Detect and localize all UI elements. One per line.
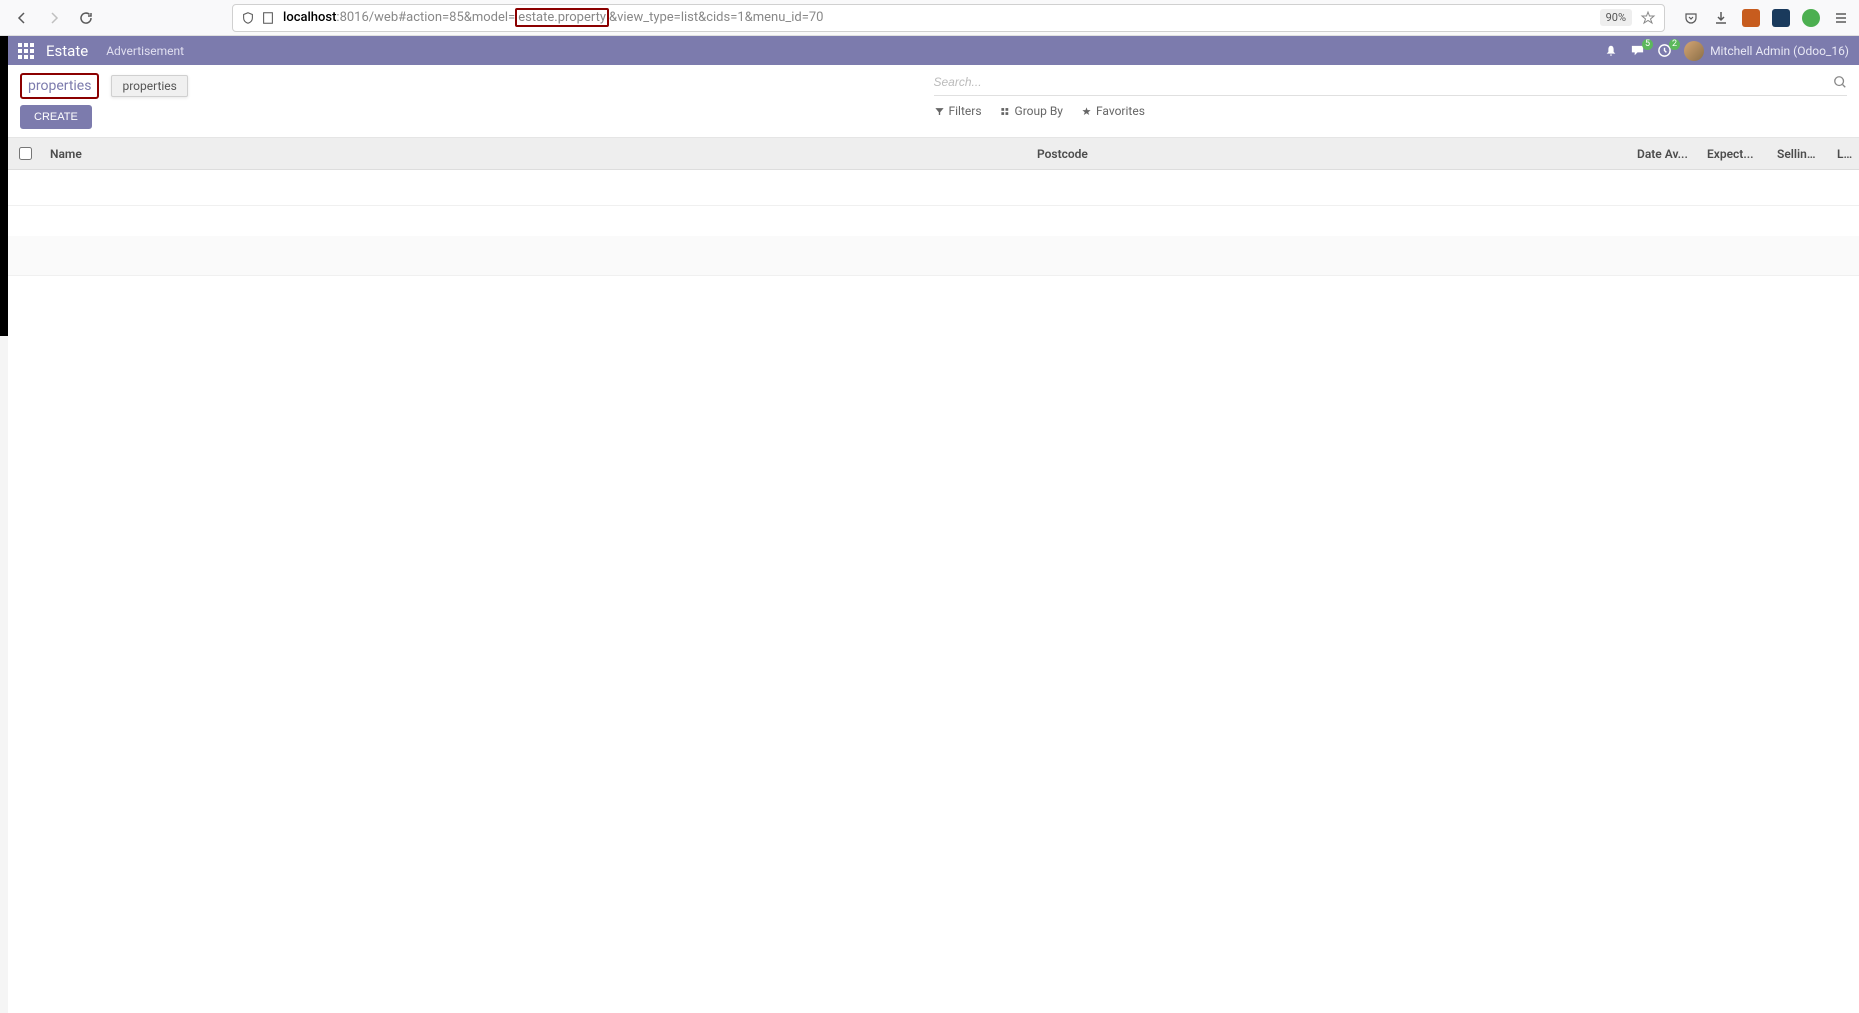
user-menu[interactable]: Mitchell Admin (Odoo_16) xyxy=(1684,41,1849,61)
toolbar-icons xyxy=(1681,8,1851,28)
search-input[interactable] xyxy=(934,73,1834,91)
extension-1-icon[interactable] xyxy=(1741,8,1761,28)
user-name: Mitchell Admin (Odoo_16) xyxy=(1710,44,1849,58)
app-name[interactable]: Estate xyxy=(46,42,88,60)
page-icon xyxy=(261,11,275,25)
filters-button[interactable]: Filters xyxy=(934,104,982,118)
favorites-button[interactable]: Favorites xyxy=(1081,104,1145,118)
select-all-checkbox[interactable] xyxy=(8,147,42,160)
column-selling[interactable]: Selling ... xyxy=(1769,147,1829,161)
nav-menu-advertisement[interactable]: Advertisement xyxy=(106,44,184,58)
breadcrumb: properties xyxy=(20,73,99,99)
column-expected[interactable]: Expect... xyxy=(1699,147,1769,161)
url-highlight: estate.property xyxy=(515,8,609,27)
column-name[interactable]: Name xyxy=(42,147,1029,161)
pocket-icon[interactable] xyxy=(1681,8,1701,28)
url-host: localhost xyxy=(283,10,336,25)
table-spacer xyxy=(8,206,1859,236)
zoom-badge[interactable]: 90% xyxy=(1600,9,1632,26)
url-bar[interactable]: localhost:8016/web#action=85&model=estat… xyxy=(232,4,1665,32)
table-row xyxy=(8,236,1859,276)
groupby-button[interactable]: Group By xyxy=(1000,104,1063,118)
avatar xyxy=(1684,41,1704,61)
activity-icon[interactable]: 2 xyxy=(1657,43,1672,58)
back-button[interactable] xyxy=(8,4,36,32)
control-panel: properties properties CREATE Filters xyxy=(8,65,1859,137)
black-sidebar-strip xyxy=(0,36,8,336)
url-text: localhost:8016/web#action=85&model=estat… xyxy=(283,10,1592,25)
app-container: Estate Advertisement 5 2 Mitchell Admin … xyxy=(8,36,1859,1013)
filter-icon xyxy=(934,106,945,117)
star-filled-icon xyxy=(1081,106,1092,117)
groupby-icon xyxy=(1000,106,1011,117)
column-date-available[interactable]: Date Av... xyxy=(1629,147,1699,161)
download-icon[interactable] xyxy=(1711,8,1731,28)
nav-buttons xyxy=(8,4,100,32)
column-postcode[interactable]: Postcode xyxy=(1029,147,1629,161)
chat-badge: 5 xyxy=(1642,39,1653,50)
forward-button[interactable] xyxy=(40,4,68,32)
apps-icon[interactable] xyxy=(18,43,34,59)
filter-row: Filters Group By Favorites xyxy=(934,104,1848,118)
table-row xyxy=(8,170,1859,206)
chat-icon[interactable]: 5 xyxy=(1630,43,1645,58)
browser-chrome: localhost:8016/web#action=85&model=estat… xyxy=(0,0,1859,36)
url-security-icons xyxy=(241,11,275,25)
table-area: Name Postcode Date Av... Expect... Selli… xyxy=(8,137,1859,276)
extension-3-icon[interactable] xyxy=(1801,8,1821,28)
extension-2-icon[interactable] xyxy=(1771,8,1791,28)
activity-badge: 2 xyxy=(1669,39,1680,50)
top-nav: Estate Advertisement 5 2 Mitchell Admin … xyxy=(8,36,1859,65)
star-icon[interactable] xyxy=(1640,10,1656,26)
table-header: Name Postcode Date Av... Expect... Selli… xyxy=(8,138,1859,170)
reload-button[interactable] xyxy=(72,4,100,32)
hamburger-icon[interactable] xyxy=(1831,8,1851,28)
shield-icon xyxy=(241,11,255,25)
table-body xyxy=(8,170,1859,276)
nav-right: 5 2 Mitchell Admin (Odoo_16) xyxy=(1604,41,1849,61)
bell-icon[interactable] xyxy=(1604,44,1618,58)
column-li[interactable]: Li... xyxy=(1829,147,1859,161)
tooltip: properties xyxy=(111,75,187,97)
create-button[interactable]: CREATE xyxy=(20,105,92,129)
search-icon[interactable] xyxy=(1833,75,1847,89)
search-row xyxy=(934,73,1848,96)
